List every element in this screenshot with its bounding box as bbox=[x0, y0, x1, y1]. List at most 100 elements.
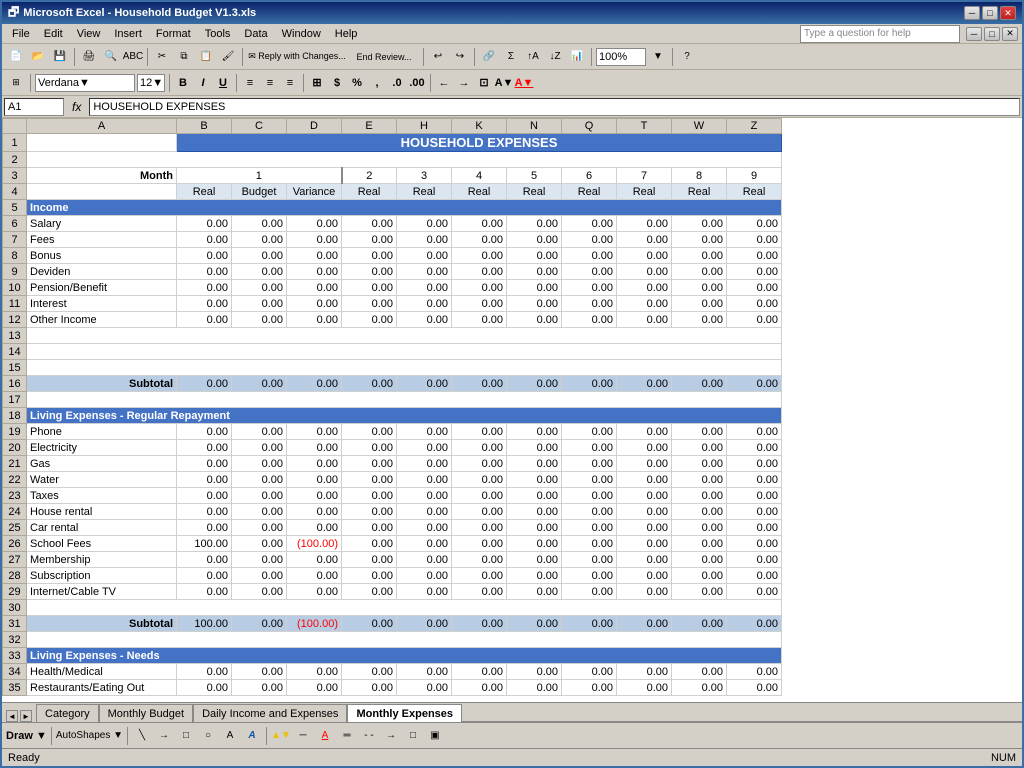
row-header-5[interactable]: 5 bbox=[3, 200, 27, 216]
font-color-button[interactable]: A▼ bbox=[515, 74, 533, 92]
cell-Z22[interactable]: 0.00 bbox=[727, 472, 782, 488]
row-header-35[interactable]: 35 bbox=[3, 680, 27, 696]
cell-W34[interactable]: 0.00 bbox=[672, 664, 727, 680]
living-needs-header[interactable]: Living Expenses - Needs bbox=[27, 648, 782, 664]
cell-subtotal-Z31[interactable]: 0.00 bbox=[727, 616, 782, 632]
row-header-25[interactable]: 25 bbox=[3, 520, 27, 536]
cell-K7[interactable]: 0.00 bbox=[452, 232, 507, 248]
cell-K26[interactable]: 0.00 bbox=[452, 536, 507, 552]
cell-H20[interactable]: 0.00 bbox=[397, 440, 452, 456]
cell-B28[interactable]: 0.00 bbox=[177, 568, 232, 584]
cell-K25[interactable]: 0.00 bbox=[452, 520, 507, 536]
cell-month-9[interactable]: 9 bbox=[727, 168, 782, 184]
cell-real-5[interactable]: Real bbox=[507, 184, 562, 200]
cell-subtotal-E16[interactable]: 0.00 bbox=[342, 376, 397, 392]
cell-A11[interactable]: Interest bbox=[27, 296, 177, 312]
cell-H6[interactable]: 0.00 bbox=[397, 216, 452, 232]
col-header-D[interactable]: D bbox=[287, 119, 342, 134]
cell-W27[interactable]: 0.00 bbox=[672, 552, 727, 568]
cell-T10[interactable]: 0.00 bbox=[617, 280, 672, 296]
cell-real-6[interactable]: Real bbox=[562, 184, 617, 200]
cell-W7[interactable]: 0.00 bbox=[672, 232, 727, 248]
cell-T19[interactable]: 0.00 bbox=[617, 424, 672, 440]
cell-subtotal-W31[interactable]: 0.00 bbox=[672, 616, 727, 632]
cell-N21[interactable]: 0.00 bbox=[507, 456, 562, 472]
cell-N9[interactable]: 0.00 bbox=[507, 264, 562, 280]
cell-Z26[interactable]: 0.00 bbox=[727, 536, 782, 552]
arrow-tool[interactable]: → bbox=[154, 726, 174, 746]
cell-Q8[interactable]: 0.00 bbox=[562, 248, 617, 264]
menu-item-edit[interactable]: Edit bbox=[38, 27, 69, 41]
row-header-19[interactable]: 19 bbox=[3, 424, 27, 440]
align-right-button[interactable]: ≡ bbox=[281, 74, 299, 92]
row-header-22[interactable]: 22 bbox=[3, 472, 27, 488]
cell-W12[interactable]: 0.00 bbox=[672, 312, 727, 328]
cell-month-8[interactable]: 8 bbox=[672, 168, 727, 184]
spell-check-button[interactable]: ABC bbox=[123, 47, 143, 67]
cell-real-9[interactable]: Real bbox=[727, 184, 782, 200]
cell-B35[interactable]: 0.00 bbox=[177, 680, 232, 696]
minimize-button[interactable]: ─ bbox=[964, 6, 980, 20]
cell-Z24[interactable]: 0.00 bbox=[727, 504, 782, 520]
col-header-T[interactable]: T bbox=[617, 119, 672, 134]
cell-subtotal-N16[interactable]: 0.00 bbox=[507, 376, 562, 392]
cell-E9[interactable]: 0.00 bbox=[342, 264, 397, 280]
cell-D10[interactable]: 0.00 bbox=[287, 280, 342, 296]
cell-A1[interactable] bbox=[27, 134, 177, 152]
row-header-30[interactable]: 30 bbox=[3, 600, 27, 616]
cell-H12[interactable]: 0.00 bbox=[397, 312, 452, 328]
cell-Z10[interactable]: 0.00 bbox=[727, 280, 782, 296]
new-button[interactable]: 📄 bbox=[6, 47, 26, 67]
cell-N27[interactable]: 0.00 bbox=[507, 552, 562, 568]
cell-Z8[interactable]: 0.00 bbox=[727, 248, 782, 264]
cell-E34[interactable]: 0.00 bbox=[342, 664, 397, 680]
cell-B11[interactable]: 0.00 bbox=[177, 296, 232, 312]
cell-D20[interactable]: 0.00 bbox=[287, 440, 342, 456]
menu-item-data[interactable]: Data bbox=[238, 27, 273, 41]
cell-A28[interactable]: Subscription bbox=[27, 568, 177, 584]
cell-C21[interactable]: 0.00 bbox=[232, 456, 287, 472]
cell-H34[interactable]: 0.00 bbox=[397, 664, 452, 680]
sort-asc-button[interactable]: ↑A bbox=[523, 47, 543, 67]
cell-N20[interactable]: 0.00 bbox=[507, 440, 562, 456]
cell-subtotal-B31[interactable]: 100.00 bbox=[177, 616, 232, 632]
cell-real-4[interactable]: Real bbox=[452, 184, 507, 200]
cell-Z35[interactable]: 0.00 bbox=[727, 680, 782, 696]
cell-D8[interactable]: 0.00 bbox=[287, 248, 342, 264]
cell-C10[interactable]: 0.00 bbox=[232, 280, 287, 296]
cell-A27[interactable]: Membership bbox=[27, 552, 177, 568]
cell-Q28[interactable]: 0.00 bbox=[562, 568, 617, 584]
row-header-9[interactable]: 9 bbox=[3, 264, 27, 280]
cell-subtotal-W16[interactable]: 0.00 bbox=[672, 376, 727, 392]
row-header-28[interactable]: 28 bbox=[3, 568, 27, 584]
cell-B9[interactable]: 0.00 bbox=[177, 264, 232, 280]
formula-input-box[interactable]: HOUSEHOLD EXPENSES bbox=[89, 98, 1020, 116]
cell-Q35[interactable]: 0.00 bbox=[562, 680, 617, 696]
merge-center-button[interactable]: ⊞ bbox=[308, 74, 326, 92]
cell-H19[interactable]: 0.00 bbox=[397, 424, 452, 440]
shadow-draw[interactable]: □ bbox=[403, 726, 423, 746]
cell-W29[interactable]: 0.00 bbox=[672, 584, 727, 600]
cell-B19[interactable]: 0.00 bbox=[177, 424, 232, 440]
cell-Z27[interactable]: 0.00 bbox=[727, 552, 782, 568]
font-selector[interactable]: Verdana▼ bbox=[35, 74, 135, 92]
cell-D21[interactable]: 0.00 bbox=[287, 456, 342, 472]
cell-C27[interactable]: 0.00 bbox=[232, 552, 287, 568]
cell-N7[interactable]: 0.00 bbox=[507, 232, 562, 248]
cell-D27[interactable]: 0.00 bbox=[287, 552, 342, 568]
cell-W22[interactable]: 0.00 bbox=[672, 472, 727, 488]
cell-W25[interactable]: 0.00 bbox=[672, 520, 727, 536]
cell-A10[interactable]: Pension/Benefit bbox=[27, 280, 177, 296]
row-header-11[interactable]: 11 bbox=[3, 296, 27, 312]
zoom-dropdown[interactable]: ▼ bbox=[648, 47, 668, 67]
cell-C29[interactable]: 0.00 bbox=[232, 584, 287, 600]
row-header-29[interactable]: 29 bbox=[3, 584, 27, 600]
title-bar-controls[interactable]: ─ □ ✕ bbox=[964, 6, 1016, 20]
menu-item-tools[interactable]: Tools bbox=[199, 27, 237, 41]
cell-T34[interactable]: 0.00 bbox=[617, 664, 672, 680]
cell-C8[interactable]: 0.00 bbox=[232, 248, 287, 264]
cell-T12[interactable]: 0.00 bbox=[617, 312, 672, 328]
row-header-32[interactable]: 32 bbox=[3, 632, 27, 648]
copy-button[interactable]: ⧉ bbox=[174, 47, 194, 67]
cell-subtotal-D31[interactable]: (100.00) bbox=[287, 616, 342, 632]
